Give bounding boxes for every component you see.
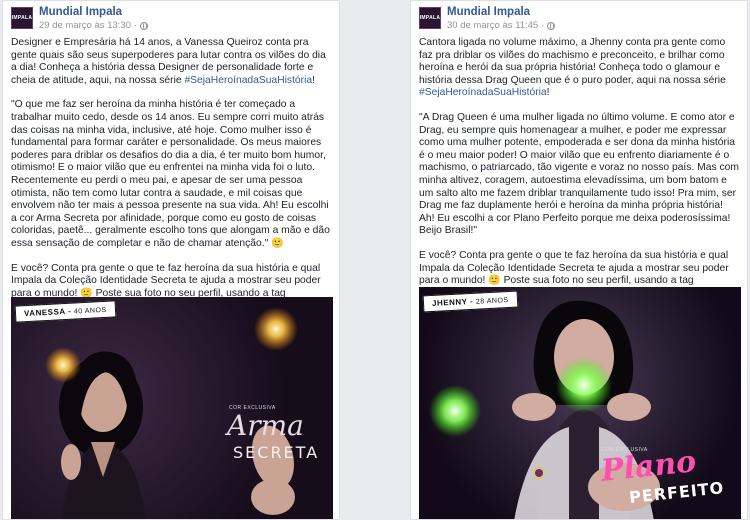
post-intro: Designer e Empresária há 14 anos, a Vane… bbox=[11, 37, 326, 86]
post-image[interactable]: JHENNY - 28 ANOS COR EXCLUSIVA Plano PER… bbox=[419, 287, 741, 519]
post-card: IMPALA Mundial Impala 30 de março às 11:… bbox=[410, 0, 748, 520]
post-intro: Cantora ligada no volume máximo, a Jhenn… bbox=[419, 37, 726, 99]
avatar-text: IMPALA bbox=[419, 15, 441, 21]
post-meta: 30 de março às 11:45 · bbox=[447, 20, 556, 31]
hashtag-link[interactable]: #SejaHeroínadaSuaHistória bbox=[419, 87, 547, 98]
poster-title-line1: Arma bbox=[227, 409, 304, 442]
post-image[interactable]: VANESSA - 40 ANOS COR EXCLUSIVA Arma SEC… bbox=[11, 297, 333, 519]
post-meta: 29 de março às 13:30 · bbox=[39, 20, 149, 31]
post-timestamp[interactable]: 29 de março às 13:30 bbox=[39, 20, 131, 31]
post-quote: "A Drag Queen é uma mulher ligada no últ… bbox=[419, 111, 739, 237]
post-header: IMPALA Mundial Impala 30 de março às 11:… bbox=[411, 1, 747, 37]
page-name-link[interactable]: Mundial Impala bbox=[447, 6, 530, 18]
hashtag-link[interactable]: #SejaHeroínadaSuaHistória bbox=[184, 75, 312, 86]
page-name-link[interactable]: Mundial Impala bbox=[39, 6, 122, 18]
post-timestamp[interactable]: 30 de março às 11:45 bbox=[447, 20, 538, 31]
post-card: IMPALA Mundial Impala 29 de março às 13:… bbox=[2, 0, 340, 520]
poster-title-line2: SECRETA bbox=[233, 443, 320, 462]
globe-icon[interactable] bbox=[547, 21, 556, 30]
post-quote: "O que me faz ser heroína da minha histó… bbox=[11, 99, 330, 249]
post-body: Cantora ligada no volume máximo, a Jhenn… bbox=[411, 37, 747, 325]
smile-emoji: 🙂 bbox=[271, 237, 284, 249]
page-avatar[interactable]: IMPALA bbox=[419, 7, 441, 29]
post-header: IMPALA Mundial Impala 29 de março às 13:… bbox=[3, 1, 339, 37]
globe-icon[interactable] bbox=[140, 21, 149, 30]
avatar-text: IMPALA bbox=[11, 15, 33, 21]
smile-emoji: 🙂 bbox=[488, 275, 501, 287]
post-body: Designer e Empresária há 14 anos, a Vane… bbox=[3, 37, 339, 338]
page-avatar[interactable]: IMPALA bbox=[11, 7, 33, 29]
